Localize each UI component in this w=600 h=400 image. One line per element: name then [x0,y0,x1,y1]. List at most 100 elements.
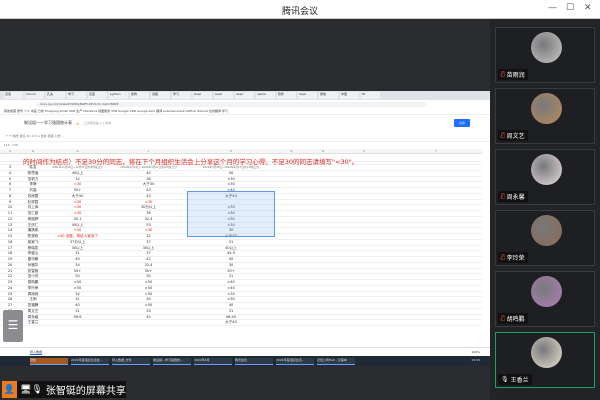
cell-c3[interactable]: 40以上 [187,246,275,251]
browser-tab[interactable]: Ht [361,92,380,99]
row-number[interactable]: 27 [0,303,20,308]
cell-c2[interactable]: 32 [110,234,187,239]
browser-tab[interactable]: Aspir [235,92,254,99]
cell-c2[interactable]: 33 [110,309,187,314]
cell-c1[interactable]: 32 [45,292,110,297]
cell-name[interactable]: 陈秀栋 [20,234,46,239]
browser-tab[interactable]: Aspir [214,92,233,99]
cell-c1[interactable]: 40 [45,303,110,308]
row-number[interactable]: 17 [0,246,20,251]
browser-tab[interactable]: aspire [256,92,275,99]
participant-tile[interactable]: 🎙 王香兰 [495,332,595,388]
cell-c3[interactable]: >40 [187,280,275,285]
taskbar-item[interactable]: 2021年度组织生活... [276,357,314,365]
taskbar-item[interactable]: 制设组—学习强国统... [153,357,191,365]
cell-name[interactable]: 周永馨 [20,315,46,320]
row-number[interactable]: 11 [0,211,20,216]
row-number[interactable]: 15 [0,234,20,239]
cell-c1[interactable]: <30 [45,211,110,216]
column-header[interactable]: G [45,149,110,153]
cell-name[interactable]: 杨瑞凯 [20,246,46,251]
cell-name[interactable]: 蒲扬帆 [20,228,46,233]
star-icon[interactable]: ★ [76,121,80,126]
browser-tab[interactable]: 学习 [67,92,86,99]
cell-c2[interactable]: 40 [110,171,187,176]
row-number[interactable]: 23 [0,280,20,285]
cell-c3[interactable]: <30 [187,292,275,297]
participant-tile[interactable]: 🎙̸ 李玲荣 [495,210,595,266]
minimize-button[interactable]: — [548,3,557,13]
browser-tab[interactable]: 软件 [277,92,296,99]
browser-tab[interactable]: 搜狗 [130,92,149,99]
cell-name[interactable]: 杨朋婷 [20,217,46,222]
taskbar-item[interactable]: 腾讯会议 [235,357,273,365]
cell-name[interactable]: 王雨 [20,297,46,302]
row-number[interactable]: 4 [0,171,20,176]
cell-c3[interactable]: 46.45 [187,315,275,320]
cell-name[interactable]: 范小芳 [20,274,46,279]
cell-c2[interactable]: >50 [110,292,187,297]
row-number[interactable]: 16 [0,240,20,245]
participant-tile[interactable]: 🎙̸ 周永馨 [495,149,595,205]
cell-c2[interactable]: 37 [110,240,187,245]
row-number[interactable]: 26 [0,297,20,302]
column-header[interactable]: L [110,149,187,153]
row-number[interactable]: 25 [0,292,20,297]
cell-name[interactable]: 王香兰 [20,320,46,325]
cell-name[interactable]: 王庆仁 [20,223,46,228]
cell-name[interactable]: 唐可敏 [20,257,46,262]
browser-tab[interactable]: 孔夫 [46,92,65,99]
cell-c2[interactable]: 45 [110,315,187,320]
row-number[interactable]: 19 [0,257,20,262]
sheet-grid[interactable]: 3 姓名 2021年11月28日~12月27日的平均每日分 2022年2月14日~20… [0,154,482,326]
cell-c1[interactable]: 30 [45,274,110,279]
column-header[interactable]: G [20,149,46,153]
cell-c2[interactable]: 30以上 [110,246,187,251]
row-number[interactable]: 13 [0,223,20,228]
close-button[interactable]: ✕ [584,3,592,13]
cell-c2[interactable]: >50 [110,280,187,285]
row-number[interactable]: 8 [0,194,20,199]
cell-c3[interactable]: 40 [187,257,275,262]
taskbar-item[interactable]: 记住公司Hall - 记事本 [317,357,355,365]
participant-tile[interactable]: 🎙̸ 苗雨润 [495,27,595,83]
cell-name[interactable]: 张福腾 [20,303,46,308]
column-header[interactable]: A [0,149,20,153]
column-header[interactable]: P [187,149,275,153]
row-number[interactable]: 12 [0,217,20,222]
cell-c2[interactable]: 43 [110,188,187,193]
cell-c2[interactable]: 37 [110,251,187,256]
browser-tab[interactable]: 百度 [4,92,23,99]
participant-tile[interactable]: 🎙̸ 周文艺 [495,88,595,144]
cell-c3[interactable]: 40 [187,303,275,308]
browser-tab[interactable]: 百度 [88,92,107,99]
column-header[interactable]: Q [275,149,308,153]
cell-c3[interactable]: 40 [187,171,275,176]
cell-c1[interactable]: 50+ [45,269,110,274]
menu-icon[interactable]: ☰ [3,310,23,342]
browser-tab[interactable]: 学习 [172,92,191,99]
row-number[interactable]: 21 [0,269,20,274]
cell-c3[interactable]: <30 [187,177,275,182]
cell-c3[interactable]: 31 [187,274,275,279]
cell-c2[interactable]: 32.4 [110,263,187,268]
browser-tab[interactable]: Aspir [193,92,212,99]
cell-c3[interactable]: 大于40 [187,320,275,325]
cell-c3[interactable]: >40 [187,286,275,291]
maximize-button[interactable]: ☐ [566,3,574,13]
cell-c2[interactable]: 38 [110,211,187,216]
cell-c1[interactable]: 30.1 [45,217,110,222]
cell-c1[interactable]: >50 [45,286,110,291]
cell-c1[interactable]: 40以上 [45,223,110,228]
cell-name[interactable]: 苏雨霞 [20,194,46,199]
cell-name[interactable]: 吴家飞 [20,240,46,245]
cell-c2[interactable]: 53 [110,223,187,228]
row-number[interactable]: 14 [0,228,20,233]
row-number[interactable]: 9 [0,200,20,205]
cell-c3[interactable]: 44.5 [187,251,275,256]
cell-c2[interactable]: <30 [110,200,187,205]
cell-c3[interactable]: <30 [187,297,275,302]
cell-c2[interactable]: 38 [110,177,187,182]
taskbar-item[interactable]: 导入数据_文件 [112,357,150,365]
row-number[interactable]: 22 [0,274,20,279]
